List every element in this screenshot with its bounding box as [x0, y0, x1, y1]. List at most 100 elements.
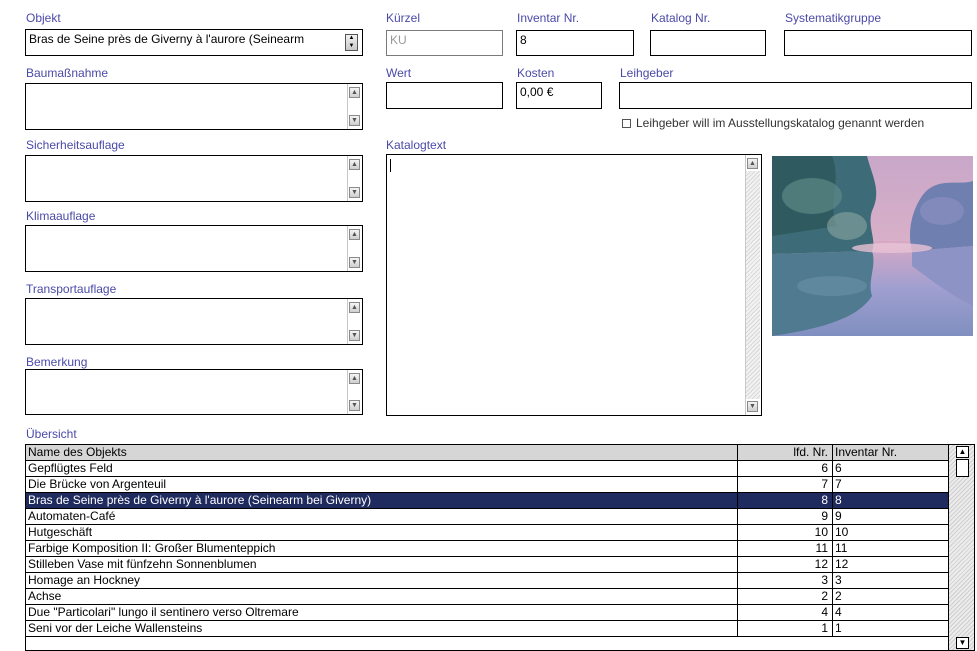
bemerkung-textarea[interactable]: ▲ ▼ — [25, 369, 363, 415]
objekt-stepper[interactable]: ▲ ▼ — [345, 34, 358, 51]
inventar-nr-label: Inventar Nr. — [517, 11, 580, 25]
kuerzel-label: Kürzel — [386, 11, 421, 25]
leihgeber-katalog-checkbox[interactable] — [622, 119, 631, 128]
scrollbar-thumb[interactable] — [956, 459, 969, 477]
table-row[interactable]: Die Brücke von Argenteuil 7 7 — [26, 477, 948, 493]
table-row[interactable]: Achse 2 2 — [26, 589, 948, 605]
artwork-image — [772, 156, 973, 336]
arrow-up-icon[interactable]: ▲ — [956, 446, 969, 458]
column-header-inventar-nr[interactable]: Inventar Nr. — [832, 445, 948, 460]
cell-name: Bras de Seine près de Giverny à l'aurore… — [28, 493, 372, 507]
cell-lfd-nr: 9 — [737, 509, 831, 524]
arrow-up-icon[interactable]: ▲ — [349, 87, 360, 98]
arrow-down-icon[interactable]: ▼ — [349, 400, 360, 411]
table-row[interactable]: Gepflügtes Feld 6 6 — [26, 461, 948, 477]
katalog-nr-label: Katalog Nr. — [651, 11, 711, 25]
cell-inventar-nr: 10 — [832, 525, 948, 540]
cell-lfd-nr: 8 — [737, 493, 831, 508]
column-header-name[interactable]: Name des Objekts — [28, 445, 733, 460]
table-scrollbar[interactable]: ▲ ▼ — [948, 445, 974, 650]
cell-inventar-nr: 4 — [832, 605, 948, 620]
sicherheitsauflage-textarea[interactable]: ▲ ▼ — [25, 155, 363, 202]
kosten-field[interactable]: 0,00 € — [516, 82, 602, 109]
cell-name: Die Brücke von Argenteuil — [28, 477, 167, 491]
cell-lfd-nr: 2 — [737, 589, 831, 604]
table-row[interactable]: Bras de Seine près de Giverny à l'aurore… — [26, 493, 948, 509]
cell-lfd-nr: 6 — [737, 461, 831, 476]
katalogtext-textarea[interactable]: ▲ ▼ — [386, 154, 762, 416]
objekt-value: Bras de Seine près de Giverny à l'aurore… — [29, 32, 305, 46]
objekt-label: Objekt — [26, 11, 61, 25]
table-row[interactable]: Homage an Hockney 3 3 — [26, 573, 948, 589]
bemerkung-scrollbar[interactable]: ▲ ▼ — [347, 370, 362, 414]
cell-name: Due "Particolari" lungo il sentinero ver… — [28, 605, 299, 619]
transportauflage-label: Transportauflage — [26, 282, 117, 296]
cell-inventar-nr: 11 — [832, 541, 948, 556]
klimaauflage-scrollbar[interactable]: ▲ ▼ — [347, 226, 362, 271]
cell-lfd-nr: 11 — [737, 541, 831, 556]
arrow-up-icon[interactable]: ▲ — [346, 35, 357, 42]
cell-inventar-nr: 6 — [832, 461, 948, 476]
table-row[interactable]: Seni vor der Leiche Wallensteins 1 1 — [26, 621, 948, 637]
cell-name: Automaten-Café — [28, 509, 116, 523]
wert-field[interactable] — [386, 82, 503, 109]
wert-label: Wert — [386, 66, 412, 80]
table-row[interactable]: Farbige Komposition II: Großer Blumentep… — [26, 541, 948, 557]
cell-lfd-nr: 7 — [737, 477, 831, 492]
cell-inventar-nr: 3 — [832, 573, 948, 588]
arrow-down-icon[interactable]: ▼ — [349, 187, 360, 198]
baumassnahme-label: Baumaßnahme — [26, 66, 109, 80]
arrow-up-icon[interactable]: ▲ — [349, 373, 360, 384]
cell-lfd-nr: 3 — [737, 573, 831, 588]
cell-lfd-nr: 10 — [737, 525, 831, 540]
systematikgruppe-field[interactable] — [784, 30, 972, 56]
objects-table: Name des Objekts lfd. Nr. Inventar Nr. G… — [25, 444, 975, 651]
sicherheitsauflage-scrollbar[interactable]: ▲ ▼ — [347, 156, 362, 201]
cell-name: Hutgeschäft — [28, 525, 93, 539]
cell-name: Gepflügtes Feld — [28, 461, 113, 475]
cell-inventar-nr: 8 — [832, 493, 948, 508]
artwork-painting — [772, 156, 973, 336]
arrow-up-icon[interactable]: ▲ — [349, 302, 360, 313]
cell-name: Seni vor der Leiche Wallensteins — [28, 621, 203, 635]
klimaauflage-label: Klimaauflage — [26, 209, 96, 223]
inventar-nr-field[interactable]: 8 — [516, 30, 634, 56]
leihgeber-label: Leihgeber — [620, 66, 674, 80]
arrow-up-icon[interactable]: ▲ — [349, 229, 360, 240]
arrow-up-icon[interactable]: ▲ — [349, 159, 360, 170]
katalog-nr-field[interactable] — [650, 30, 766, 56]
arrow-down-icon[interactable]: ▼ — [346, 43, 357, 50]
arrow-down-icon[interactable]: ▼ — [349, 115, 360, 126]
arrow-up-icon[interactable]: ▲ — [747, 158, 758, 169]
baumassnahme-textarea[interactable]: ▲ ▼ — [25, 83, 363, 130]
arrow-down-icon[interactable]: ▼ — [747, 401, 758, 412]
table-row[interactable]: Hutgeschäft 10 10 — [26, 525, 948, 541]
arrow-down-icon[interactable]: ▼ — [956, 637, 969, 649]
arrow-down-icon[interactable]: ▼ — [349, 330, 360, 341]
arrow-down-icon[interactable]: ▼ — [349, 257, 360, 268]
text-cursor — [390, 159, 391, 172]
column-header-lfd-nr[interactable]: lfd. Nr. — [737, 445, 831, 460]
cell-inventar-nr: 12 — [832, 557, 948, 572]
table-row[interactable]: Automaten-Café 9 9 — [26, 509, 948, 525]
cell-name: Stilleben Vase mit fünfzehn Sonnenblumen — [28, 557, 257, 571]
transportauflage-textarea[interactable]: ▲ ▼ — [25, 298, 363, 345]
leihgeber-katalog-checkbox-label: Leihgeber will im Ausstellungskatalog ge… — [636, 116, 925, 130]
table-header: Name des Objekts lfd. Nr. Inventar Nr. — [26, 445, 948, 461]
cell-name: Homage an Hockney — [28, 573, 141, 587]
uebersicht-label: Übersicht — [26, 427, 77, 441]
katalogtext-scrollbar[interactable]: ▲ ▼ — [745, 155, 761, 415]
cell-lfd-nr: 4 — [737, 605, 831, 620]
cell-lfd-nr: 1 — [737, 621, 831, 636]
klimaauflage-textarea[interactable]: ▲ ▼ — [25, 225, 363, 272]
cell-lfd-nr: 12 — [737, 557, 831, 572]
kosten-label: Kosten — [517, 66, 555, 80]
table-row[interactable]: Stilleben Vase mit fünfzehn Sonnenblumen… — [26, 557, 948, 573]
baumassnahme-scrollbar[interactable]: ▲ ▼ — [347, 84, 362, 129]
kuerzel-field[interactable]: KU — [386, 30, 503, 56]
transportauflage-scrollbar[interactable]: ▲ ▼ — [347, 299, 362, 344]
objekt-select[interactable]: Bras de Seine près de Giverny à l'aurore… — [25, 29, 363, 56]
cell-name: Achse — [28, 589, 62, 603]
table-row[interactable]: Due "Particolari" lungo il sentinero ver… — [26, 605, 948, 621]
leihgeber-field[interactable] — [619, 82, 972, 109]
